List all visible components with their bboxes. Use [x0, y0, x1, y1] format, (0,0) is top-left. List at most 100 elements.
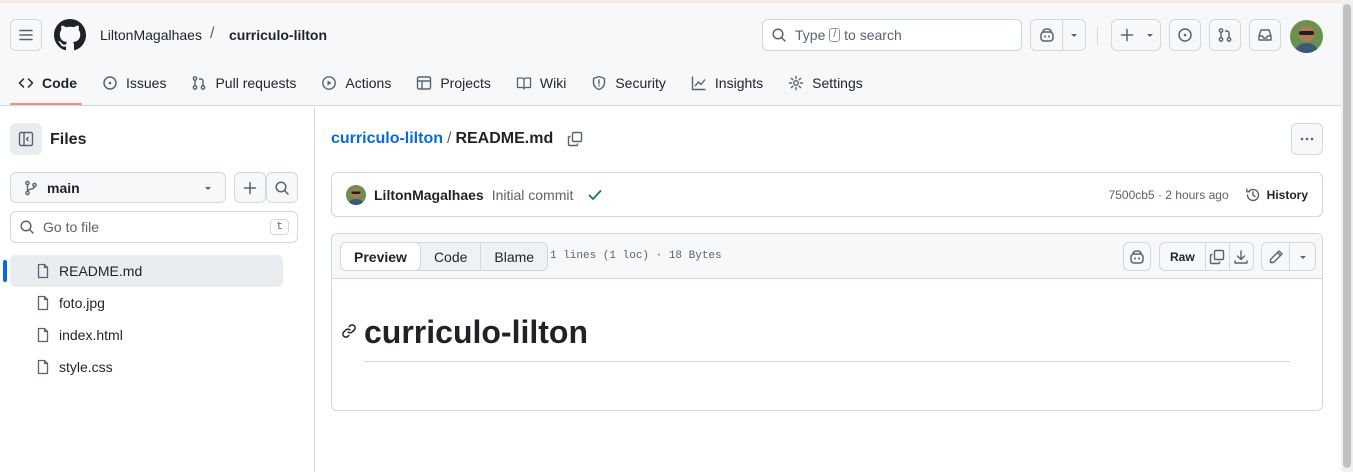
breadcrumb-separator: / — [210, 25, 215, 42]
git-pull-request-icon — [193, 76, 206, 90]
tab-code-view[interactable]: Code — [421, 243, 482, 270]
pull-requests-button[interactable] — [1209, 19, 1241, 51]
tab-blame[interactable]: Blame — [481, 243, 547, 270]
branch-name: main — [47, 179, 80, 196]
issue-opened-icon — [103, 76, 117, 90]
create-new-button[interactable] — [1111, 19, 1161, 51]
tab-wiki[interactable]: Wiki — [508, 65, 574, 101]
git-pull-request-icon — [1218, 28, 1232, 42]
issue-opened-icon — [1178, 28, 1192, 42]
search-input[interactable]: Type / to search — [762, 19, 1022, 51]
search-icon — [20, 220, 34, 234]
code-icon — [18, 78, 34, 88]
active-tab-indicator — [10, 103, 82, 105]
add-file-button[interactable] — [234, 172, 266, 203]
more-options-button[interactable] — [1291, 123, 1323, 155]
triangle-down-icon — [205, 186, 211, 190]
search-files-button[interactable] — [266, 172, 298, 203]
link-icon — [342, 324, 356, 338]
breadcrumb-file: README.md — [455, 130, 554, 147]
copilot-button[interactable] — [1031, 20, 1063, 50]
copy-path-button[interactable] — [567, 131, 583, 147]
history-button[interactable]: History — [1245, 187, 1308, 203]
triangle-down-icon — [1071, 34, 1077, 37]
tab-pull-requests[interactable]: Pull requests — [183, 65, 304, 101]
selected-file-marker — [3, 260, 7, 282]
collapse-sidebar-button[interactable] — [10, 123, 42, 155]
inbox-button[interactable] — [1249, 19, 1281, 51]
github-logo-icon[interactable] — [54, 19, 86, 51]
edit-file-button[interactable] — [1262, 243, 1290, 270]
commit-meta: 7500cb5 · 2 hours ago History — [1109, 187, 1308, 203]
triangle-down-icon — [1299, 255, 1306, 259]
go-to-file-input[interactable]: Go to file t — [10, 211, 298, 243]
download-icon — [1234, 249, 1249, 264]
file-viewer: Preview Code Blame 1 lines (1 loc) · 18 … — [331, 233, 1323, 411]
page-scrollbar[interactable] — [1341, 0, 1353, 472]
tab-issues[interactable]: Issues — [94, 65, 174, 101]
branch-selector[interactable]: main — [10, 172, 226, 203]
shield-icon — [593, 75, 606, 91]
copilot-split-button[interactable] — [1030, 19, 1086, 51]
copilot-icon — [1039, 28, 1054, 42]
download-button[interactable] — [1230, 243, 1253, 270]
file-item-style[interactable]: style.css — [10, 351, 283, 383]
raw-button[interactable]: Raw — [1160, 243, 1206, 270]
scrollbar-thumb[interactable] — [1343, 4, 1351, 468]
breadcrumb-separator: / — [447, 130, 452, 147]
edit-menu-button[interactable] — [1290, 243, 1315, 270]
tab-settings[interactable]: Settings — [780, 65, 871, 101]
latest-commit-bar: LiltonMagalhaes Initial commit 7500cb5 ·… — [331, 172, 1323, 217]
book-icon — [516, 77, 532, 90]
owner-link[interactable]: LiltonMagalhaes — [100, 27, 202, 43]
header-divider — [1097, 27, 1098, 45]
file-path-breadcrumb: curriculo-lilton / README.md — [331, 130, 583, 148]
commit-hash-time[interactable]: 7500cb5 · 2 hours ago — [1109, 188, 1229, 202]
file-tree-sidebar: Files main Go to file t README.md foto.j… — [0, 107, 315, 472]
kebab-horizontal-icon — [1300, 137, 1314, 141]
copy-icon — [1210, 249, 1225, 264]
tab-security[interactable]: Security — [583, 65, 674, 101]
graph-icon — [691, 76, 706, 91]
triangle-down-icon — [1147, 34, 1153, 37]
file-info: 1 lines (1 loc) · 18 Bytes — [550, 250, 722, 262]
breadcrumb-repo-link[interactable]: curriculo-lilton — [331, 130, 443, 148]
readme-heading: curriculo-lilton — [364, 314, 588, 350]
file-item-readme[interactable]: README.md — [10, 255, 283, 287]
commit-message[interactable]: Initial commit — [492, 187, 574, 203]
copy-icon — [568, 131, 583, 147]
raw-actions-group: Raw — [1159, 242, 1254, 271]
copilot-icon — [1130, 249, 1144, 264]
tab-preview[interactable]: Preview — [341, 243, 421, 270]
hamburger-icon — [19, 29, 33, 41]
commit-author[interactable]: LiltonMagalhaes — [374, 187, 484, 203]
file-icon — [37, 295, 49, 311]
tab-actions[interactable]: Actions — [313, 65, 399, 101]
search-icon — [275, 180, 289, 195]
history-icon — [1245, 188, 1259, 201]
file-icon — [37, 263, 49, 279]
create-menu-button[interactable] — [1142, 20, 1158, 50]
plus-button[interactable] — [1112, 20, 1142, 50]
tab-projects[interactable]: Projects — [408, 65, 499, 101]
issues-button[interactable] — [1169, 19, 1201, 51]
copy-raw-button[interactable] — [1206, 243, 1230, 270]
tab-code[interactable]: Code — [10, 65, 85, 101]
inbox-icon — [1258, 29, 1272, 41]
play-icon — [322, 76, 337, 90]
plus-icon — [243, 181, 257, 194]
file-item-foto[interactable]: foto.jpg — [10, 287, 283, 319]
file-item-index[interactable]: index.html — [10, 319, 283, 351]
tab-insights[interactable]: Insights — [683, 65, 771, 101]
file-icon — [37, 359, 49, 375]
copilot-menu-button[interactable] — [1063, 20, 1085, 50]
repo-link[interactable]: curriculo-lilton — [229, 27, 327, 43]
commit-author-avatar[interactable] — [346, 184, 366, 205]
copilot-ask-button[interactable] — [1123, 242, 1151, 271]
check-icon[interactable] — [587, 187, 603, 203]
heading-anchor-link[interactable] — [341, 323, 357, 339]
user-avatar[interactable] — [1290, 20, 1323, 53]
menu-button[interactable] — [10, 19, 42, 51]
gear-icon — [788, 75, 804, 91]
table-icon — [417, 76, 432, 90]
